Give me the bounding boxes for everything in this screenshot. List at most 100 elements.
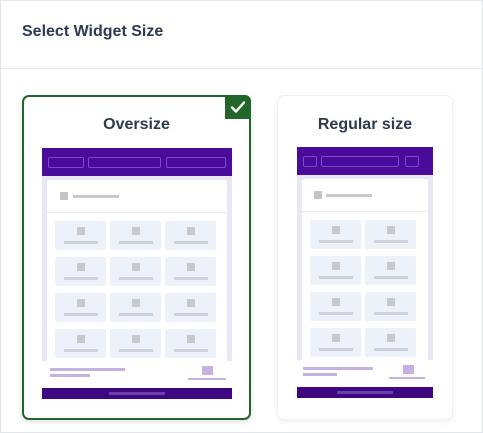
preview-tile: [365, 220, 416, 249]
preview-header-bar: [42, 148, 232, 176]
preview-tile-label: [373, 240, 408, 243]
preview-divider: [47, 212, 227, 213]
preview-header-pill: [303, 156, 317, 167]
preview-header-pill: [405, 156, 419, 167]
preview-tile-icon: [131, 263, 140, 271]
preview-tile: [165, 257, 216, 286]
preview-tile-icon: [76, 335, 85, 343]
preview-bottom-line: [337, 391, 393, 394]
preview-tile-label: [318, 348, 353, 351]
preview-tile: [165, 329, 216, 358]
preview-tile: [365, 328, 416, 357]
preview-heading-icon: [60, 192, 68, 200]
preview-tile: [55, 293, 106, 322]
preview-tile: [310, 256, 361, 285]
preview-footer-line: [50, 374, 90, 377]
option-title: Oversize: [103, 116, 170, 133]
preview-header-bar: [297, 147, 433, 175]
preview-header-pill: [88, 157, 161, 168]
widget-size-dialog: Select Widget Size Oversize Regular size: [0, 0, 483, 433]
preview-header-pill: [48, 157, 84, 168]
preview-tile-label: [173, 349, 208, 352]
preview-tile: [365, 256, 416, 285]
preview-tile-icon: [386, 298, 395, 306]
preview-tile-icon: [386, 226, 395, 234]
regular-preview-thumbnail: [297, 147, 433, 399]
preview-tile-label: [118, 313, 153, 316]
preview-tile-icon: [76, 263, 85, 271]
oversize-preview-thumbnail: [42, 148, 232, 400]
preview-tile-label: [118, 349, 153, 352]
preview-footer-square: [202, 366, 213, 375]
preview-header-pill: [321, 156, 399, 167]
preview-heading-line: [73, 195, 119, 198]
preview-tile: [110, 221, 161, 250]
preview-tile: [110, 257, 161, 286]
preview-tile-label: [318, 276, 353, 279]
preview-tile: [55, 257, 106, 286]
preview-panel: [302, 179, 428, 371]
dialog-title: Select Widget Size: [22, 23, 164, 40]
preview-heading-line: [326, 194, 372, 197]
preview-tile-icon: [186, 335, 195, 343]
preview-tile-icon: [131, 335, 140, 343]
preview-tile-label: [173, 277, 208, 280]
preview-tile-icon: [186, 227, 195, 235]
preview-body: [42, 176, 232, 376]
preview-footer-underline: [389, 377, 425, 379]
preview-bottom-bar: [42, 388, 232, 399]
preview-tile-icon: [76, 227, 85, 235]
preview-tile-icon: [131, 227, 140, 235]
preview-footer-square: [403, 365, 414, 374]
preview-tile: [310, 292, 361, 321]
preview-tile: [55, 221, 106, 250]
preview-footer: [42, 361, 232, 388]
preview-tile-label: [63, 313, 98, 316]
preview-tile-icon: [186, 299, 195, 307]
preview-tile: [165, 293, 216, 322]
preview-tile-icon: [331, 226, 340, 234]
check-icon: [230, 101, 246, 113]
preview-tile: [310, 328, 361, 357]
preview-tile-label: [118, 241, 153, 244]
preview-body: [297, 175, 433, 375]
preview-tile-label: [373, 348, 408, 351]
preview-tile-label: [318, 312, 353, 315]
preview-divider: [302, 211, 428, 212]
preview-tile-label: [118, 277, 153, 280]
preview-tile-icon: [386, 262, 395, 270]
preview-tile-icon: [131, 299, 140, 307]
preview-tile-label: [63, 241, 98, 244]
preview-tile-label: [63, 277, 98, 280]
preview-tile-icon: [331, 298, 340, 306]
preview-footer-line: [303, 367, 373, 370]
preview-footer-line: [303, 373, 337, 376]
preview-bottom-line: [109, 392, 165, 395]
preview-footer-line: [50, 368, 125, 371]
preview-panel: [47, 180, 227, 372]
preview-tile: [165, 221, 216, 250]
preview-tile-label: [63, 349, 98, 352]
preview-footer-underline: [188, 378, 226, 380]
preview-tile-icon: [331, 262, 340, 270]
preview-header-pill: [166, 157, 226, 168]
option-oversize-card[interactable]: Oversize: [22, 95, 251, 420]
preview-tile: [55, 329, 106, 358]
preview-footer: [297, 360, 433, 387]
preview-tile-icon: [76, 299, 85, 307]
preview-tile-label: [173, 241, 208, 244]
preview-tile-label: [373, 276, 408, 279]
preview-tile: [110, 329, 161, 358]
preview-tile-icon: [331, 334, 340, 342]
preview-tile: [365, 292, 416, 321]
preview-tile-label: [173, 313, 208, 316]
preview-tile-label: [318, 240, 353, 243]
preview-heading-icon: [314, 191, 322, 199]
option-regular-size-card[interactable]: Regular size: [277, 95, 453, 420]
preview-tile-icon: [386, 334, 395, 342]
option-title: Regular size: [317, 116, 413, 133]
preview-tile: [110, 293, 161, 322]
preview-tile-label: [373, 312, 408, 315]
preview-tile: [310, 220, 361, 249]
dialog-header: Select Widget Size: [1, 1, 482, 69]
